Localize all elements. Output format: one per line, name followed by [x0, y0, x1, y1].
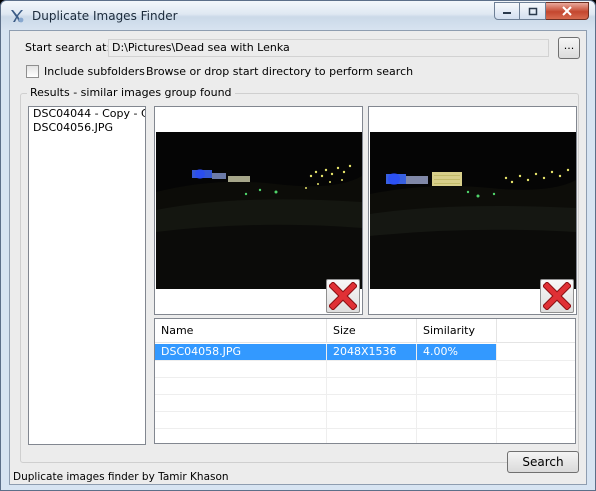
night-photo-left — [156, 132, 362, 289]
start-search-label: Start search at: — [25, 41, 111, 54]
duplicates-grid[interactable]: Name Size Similarity DSC04058.JPG 2048X1… — [154, 318, 576, 444]
title-bar[interactable]: Duplicate Images Finder — [1, 1, 595, 30]
empty-row — [155, 395, 575, 412]
red-x-delete-icon — [543, 282, 571, 310]
status-text: Duplicate images finder by Tamir Khason — [13, 471, 229, 483]
cell-similarity: 4.00% — [417, 344, 497, 360]
column-header-similarity[interactable]: Similarity — [417, 319, 497, 343]
cell-filler — [497, 344, 575, 360]
empty-row — [155, 412, 575, 429]
cell-name: DSC04058.JPG — [155, 344, 327, 360]
start-path-field[interactable]: D:\Pictures\Dead sea with Lenka — [108, 39, 549, 57]
window-title: Duplicate Images Finder — [32, 9, 178, 23]
search-button[interactable]: Search — [507, 451, 579, 473]
column-header-size[interactable]: Size — [327, 319, 417, 343]
results-list[interactable]: DSC04044 - Copy - Copy DSC04056.JPG — [28, 106, 146, 445]
client-area: Start search at: D:\Pictures\Dead sea wi… — [9, 30, 587, 485]
column-header-name[interactable]: Name — [155, 319, 327, 343]
caption-buttons — [494, 2, 589, 20]
right-image-preview — [368, 106, 577, 315]
column-header-filler — [497, 319, 575, 343]
list-item[interactable]: DSC04056.JPG — [29, 121, 145, 135]
left-image-preview — [154, 106, 363, 315]
minimize-button[interactable] — [494, 2, 520, 20]
hint-text: Browse or drop start directory to perfor… — [146, 65, 414, 78]
close-icon — [562, 6, 572, 16]
empty-row — [155, 378, 575, 395]
minimize-icon — [503, 12, 511, 14]
red-x-delete-icon — [329, 282, 357, 310]
app-icon — [11, 10, 24, 23]
cell-size: 2048X1536 — [327, 344, 417, 360]
delete-left-button[interactable] — [326, 279, 360, 313]
empty-row — [155, 361, 575, 378]
night-photo-right — [370, 132, 576, 289]
results-group-title: Results - similar images group found — [27, 86, 235, 99]
grid-header: Name Size Similarity — [155, 319, 575, 343]
browse-button[interactable]: ... — [558, 37, 580, 59]
maximize-icon — [528, 7, 537, 15]
maximize-button[interactable] — [520, 2, 546, 20]
app-window: Duplicate Images Finder Start search at:… — [0, 0, 596, 491]
delete-right-button[interactable] — [540, 279, 574, 313]
list-item[interactable]: DSC04044 - Copy - Copy — [29, 107, 145, 121]
empty-row — [155, 429, 575, 443]
include-subfolders-checkbox[interactable] — [26, 65, 39, 78]
close-button[interactable] — [546, 2, 589, 20]
table-row[interactable]: DSC04058.JPG 2048X1536 4.00% — [155, 344, 575, 361]
include-subfolders-label: Include subfolders — [44, 65, 145, 78]
